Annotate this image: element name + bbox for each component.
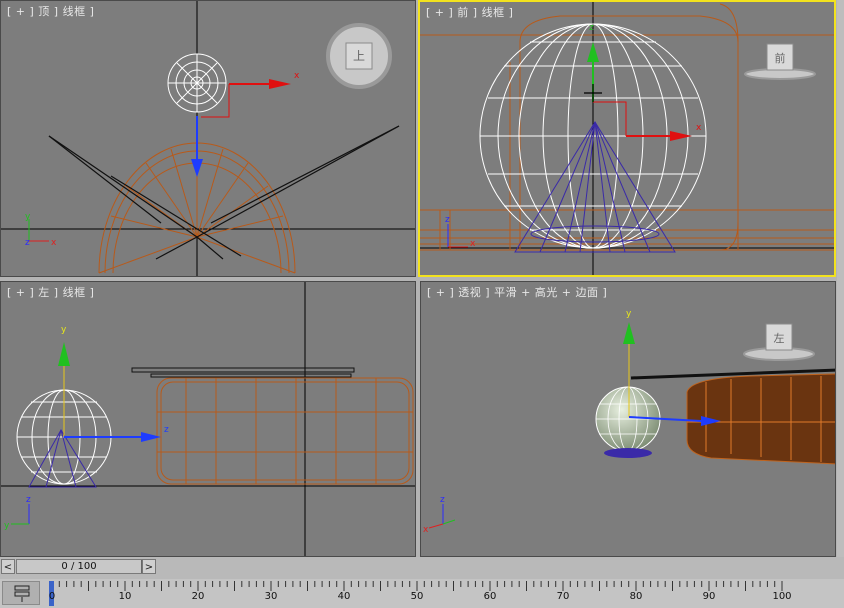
axis-x-label-front: x [470,239,476,249]
view-cube-top-label: 上 [353,49,365,63]
axis-x-label-persp: x [423,525,429,535]
track-tick-label: 90 [702,591,716,602]
time-slider-thumb[interactable]: 0 / 100 [17,560,142,573]
viewport-top-label[interactable]: [ + ] 顶 ] 线框 ] [7,3,94,19]
sphere-wireframe-top [167,53,227,113]
gizmo-z-label-front: z [589,23,594,33]
axis-z-label-left: z [26,495,31,505]
track-tick-label: 80 [629,591,643,602]
track-tick-label: 50 [410,591,424,602]
view-cube-left-label: 左 [774,332,785,345]
table-wireframe-front [420,3,834,251]
gizmo-x-label: x [294,71,300,81]
time-next-button[interactable]: > [142,559,156,574]
viewport-top-canvas[interactable]: x 上 y x z [1,1,416,277]
cone-base-persp [604,448,652,458]
viewport-top[interactable]: [ + ] 顶 ] 线框 ] x 上 y x z [0,0,416,277]
viewport-front[interactable]: [ + ] 前 ] 线框 ] x z 前 z x [418,0,836,277]
gizmo-z-label-left: z [164,425,169,435]
track-tick-label: 20 [191,591,205,602]
table-wireframe-left [156,377,414,485]
axis-y-label-left: y [4,521,10,531]
time-slider-bar: < 0 / 100 > [0,557,844,579]
viewport-front-label[interactable]: [ + ] 前 ] 线框 ] [426,4,513,20]
viewport-perspective[interactable]: [ + ] 透视 ] 平滑 + 高光 + 边面 ] y 左 z x [420,281,836,557]
axis-x-label-top: x [51,238,57,248]
gizmo-y-label-left: y [61,325,67,335]
viewport-front-canvas[interactable]: x z 前 z x [420,2,836,277]
track-tick-label: 0 [48,591,56,602]
axis-y-label-top: y [25,212,31,222]
viewport-perspective-canvas[interactable]: y 左 z x [421,282,836,557]
axis-z-label-front: z [445,215,450,225]
view-cube-front-label: 前 [775,51,786,65]
track-tick-label: 70 [556,591,570,602]
track-tick-label: 30 [264,591,278,602]
viewport-left[interactable]: [ + ] 左 ] 线框 ] y z z y [0,281,416,557]
viewport-perspective-label[interactable]: [ + ] 透视 ] 平滑 + 高光 + 边面 ] [427,284,607,300]
gizmo-y-label-persp: y [626,309,632,319]
axis-z-label-top: z [25,238,30,248]
track-tick-label: 60 [483,591,497,602]
gizmo-x-label-front: x [696,123,702,133]
track-tick-label: 10 [118,591,132,602]
camera-lines-left [131,367,355,378]
axis-z-label-persp: z [440,495,445,505]
right-scroll-strip[interactable] [837,0,844,557]
camera-lines [48,125,400,260]
time-prev-button[interactable]: < [1,559,15,574]
viewport-left-canvas[interactable]: y z z y [1,282,416,557]
viewport-left-label[interactable]: [ + ] 左 ] 线框 ] [7,284,94,300]
time-slider-track[interactable]: 0 / 100 [16,559,142,574]
track-tick-label: 40 [337,591,351,602]
move-cursor-icon [584,84,602,102]
track-tick-label: 100 [772,591,792,602]
track-bar[interactable]: 0 10 20 30 40 50 60 70 80 90 100 [0,579,844,608]
